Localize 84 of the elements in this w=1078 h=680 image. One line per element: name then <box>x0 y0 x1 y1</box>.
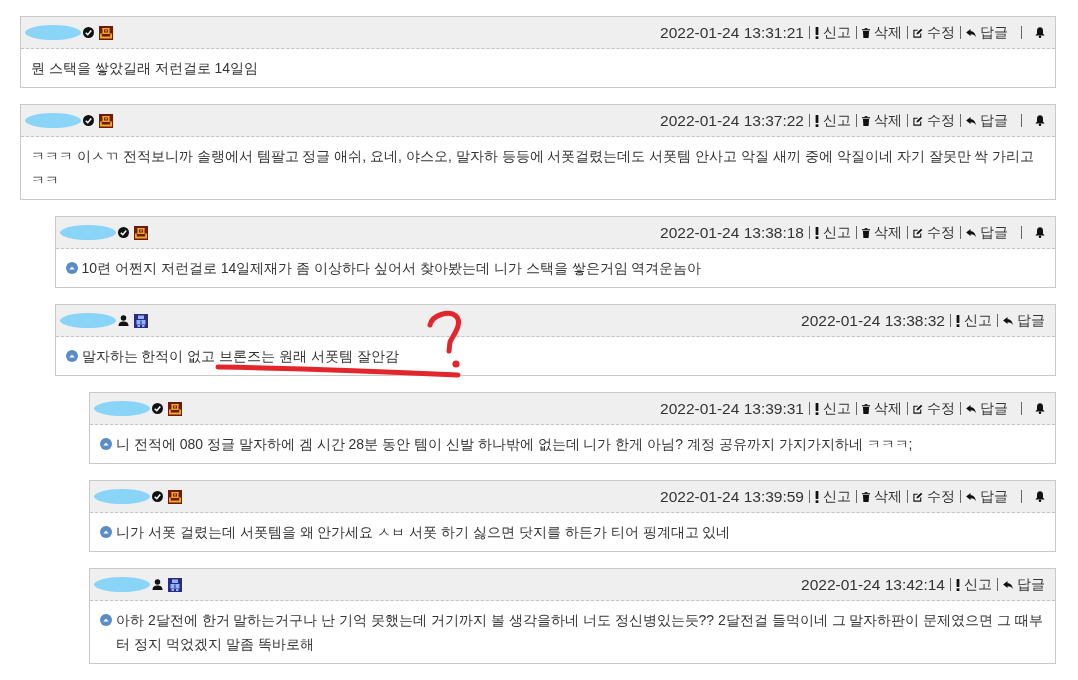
report-link[interactable]: 신고 <box>815 399 851 418</box>
edit-link[interactable]: 수정 <box>913 487 955 506</box>
edit-link[interactable]: 수정 <box>913 23 955 42</box>
timestamp: 2022-01-24 13:38:32 <box>801 311 945 330</box>
edit-icon <box>913 27 923 38</box>
timestamp: 2022-01-24 13:39:59 <box>660 487 804 506</box>
up-arrow-circle-icon <box>65 262 78 274</box>
comment-text: ㅋㅋㅋ 이ㅅㄲ 전적보니까 솔랭에서 템팔고 정글 애쉬, 요네, 야스오, 말자하 등등에 서폿걸렸는데도 서폿템 안사고 악질 새끼 중에 악질이네 자기 잘못만 싹 가리고 ㅋㅋ <box>31 147 1036 190</box>
bell-icon <box>1035 403 1045 414</box>
edit-link[interactable]: 수정 <box>913 399 955 418</box>
redaction-blob <box>25 25 81 40</box>
redaction-blob <box>25 113 81 128</box>
report-link[interactable]: 신고 <box>815 487 851 506</box>
timestamp: 2022-01-24 13:31:21 <box>660 23 804 42</box>
bell-button[interactable] <box>1035 403 1045 414</box>
redaction-blob <box>94 577 150 592</box>
exclamation-icon <box>956 578 960 591</box>
report-link[interactable]: 신고 <box>956 311 992 330</box>
reply-link[interactable]: 답글 <box>966 399 1008 418</box>
reply-arrow-icon <box>1003 580 1013 589</box>
comment-text: 니가 서폿 걸렸는데 서폿템을 왜 안가세요 ㅅㅂ 서폿 하기 싫으면 닷지를 하든가 티어 핑계대고 있네 <box>116 523 732 542</box>
trash-icon <box>862 27 870 38</box>
reply-link[interactable]: 답글 <box>966 23 1008 42</box>
timestamp: 2022-01-24 13:38:18 <box>660 223 804 242</box>
comment-text: 아하 2달전에 한거 말하는거구나 난 기억 못했는데 거기까지 볼 생각을하네 너도 정신병있는듯?? 2달전걸 들먹이네 그 말자하판이 문제였으면 그 때부터 정지 먹었겠지 말좀 똑바로해 <box>116 611 1045 654</box>
edit-icon <box>913 115 923 126</box>
trash-icon <box>862 491 870 502</box>
timestamp: 2022-01-24 13:39:31 <box>660 399 804 418</box>
up-arrow-circle-icon <box>65 350 78 362</box>
report-link[interactable]: 신고 <box>815 23 851 42</box>
up-arrow-circle-icon <box>100 614 112 626</box>
bell-button[interactable] <box>1035 491 1045 502</box>
redaction-blob <box>59 313 116 328</box>
edit-icon <box>913 227 923 238</box>
reply-link[interactable]: 답글 <box>1003 311 1045 330</box>
edit-link[interactable]: 수정 <box>913 223 955 242</box>
reply-arrow-icon <box>1003 316 1013 325</box>
delete-link[interactable]: 삭제 <box>862 223 902 242</box>
redaction-blob <box>94 401 150 416</box>
timestamp: 2022-01-24 13:37:22 <box>660 111 804 130</box>
bell-button[interactable] <box>1035 27 1045 38</box>
reply-link[interactable]: 답글 <box>1003 575 1045 594</box>
trash-icon <box>862 403 870 414</box>
timestamp: 2022-01-24 13:42:14 <box>801 575 945 594</box>
bell-button[interactable] <box>1035 115 1045 126</box>
edit-icon <box>913 403 923 414</box>
delete-link[interactable]: 삭제 <box>862 399 902 418</box>
exclamation-icon <box>815 26 819 39</box>
bell-icon <box>1035 227 1045 238</box>
reply-arrow-icon <box>966 228 976 237</box>
bell-icon <box>1035 27 1045 38</box>
report-link[interactable]: 신고 <box>956 575 992 594</box>
trash-icon <box>862 227 870 238</box>
exclamation-icon <box>815 490 819 503</box>
reply-arrow-icon <box>966 492 976 501</box>
exclamation-icon <box>815 226 819 239</box>
report-link[interactable]: 신고 <box>815 111 851 130</box>
reply-link[interactable]: 답글 <box>966 223 1008 242</box>
comment-text: 말자하는 한적이 없고 브론즈는 원래 서폿템 잘안감 <box>81 347 400 366</box>
report-link[interactable]: 신고 <box>815 223 851 242</box>
delete-link[interactable]: 삭제 <box>862 111 902 130</box>
exclamation-icon <box>815 402 819 415</box>
redaction-blob <box>94 489 150 504</box>
reply-arrow-icon <box>966 116 976 125</box>
exclamation-icon <box>956 314 960 327</box>
reply-link[interactable]: 답글 <box>966 111 1008 130</box>
up-arrow-circle-icon <box>100 526 112 538</box>
delete-link[interactable]: 삭제 <box>862 23 902 42</box>
comment-text: 10련 어쩐지 저런걸로 14일제재가 좀 이상하다 싶어서 찾아봤는데 니가 스택을 쌓은거임 역겨운놈아 <box>81 259 703 278</box>
edit-link[interactable]: 수정 <box>913 111 955 130</box>
reply-link[interactable]: 답글 <box>966 487 1008 506</box>
bell-icon <box>1035 115 1045 126</box>
up-arrow-circle-icon <box>100 438 112 450</box>
exclamation-icon <box>815 114 819 127</box>
bell-icon <box>1035 491 1045 502</box>
redaction-blob <box>59 225 116 240</box>
edit-icon <box>913 491 923 502</box>
bell-button[interactable] <box>1035 227 1045 238</box>
comment-text: 니 전적에 080 정글 말자하에 겜 시간 28분 동안 템이 신발 하나밖에 없는데 니가 한게 아님? 계정 공유까지 가지가지하네 ㅋㅋㅋ; <box>116 435 914 454</box>
reply-arrow-icon <box>966 404 976 413</box>
reply-arrow-icon <box>966 28 976 37</box>
delete-link[interactable]: 삭제 <box>862 487 902 506</box>
trash-icon <box>862 115 870 126</box>
comment-text: 뭔 스택을 쌓았길래 저런걸로 14일임 <box>31 59 260 78</box>
